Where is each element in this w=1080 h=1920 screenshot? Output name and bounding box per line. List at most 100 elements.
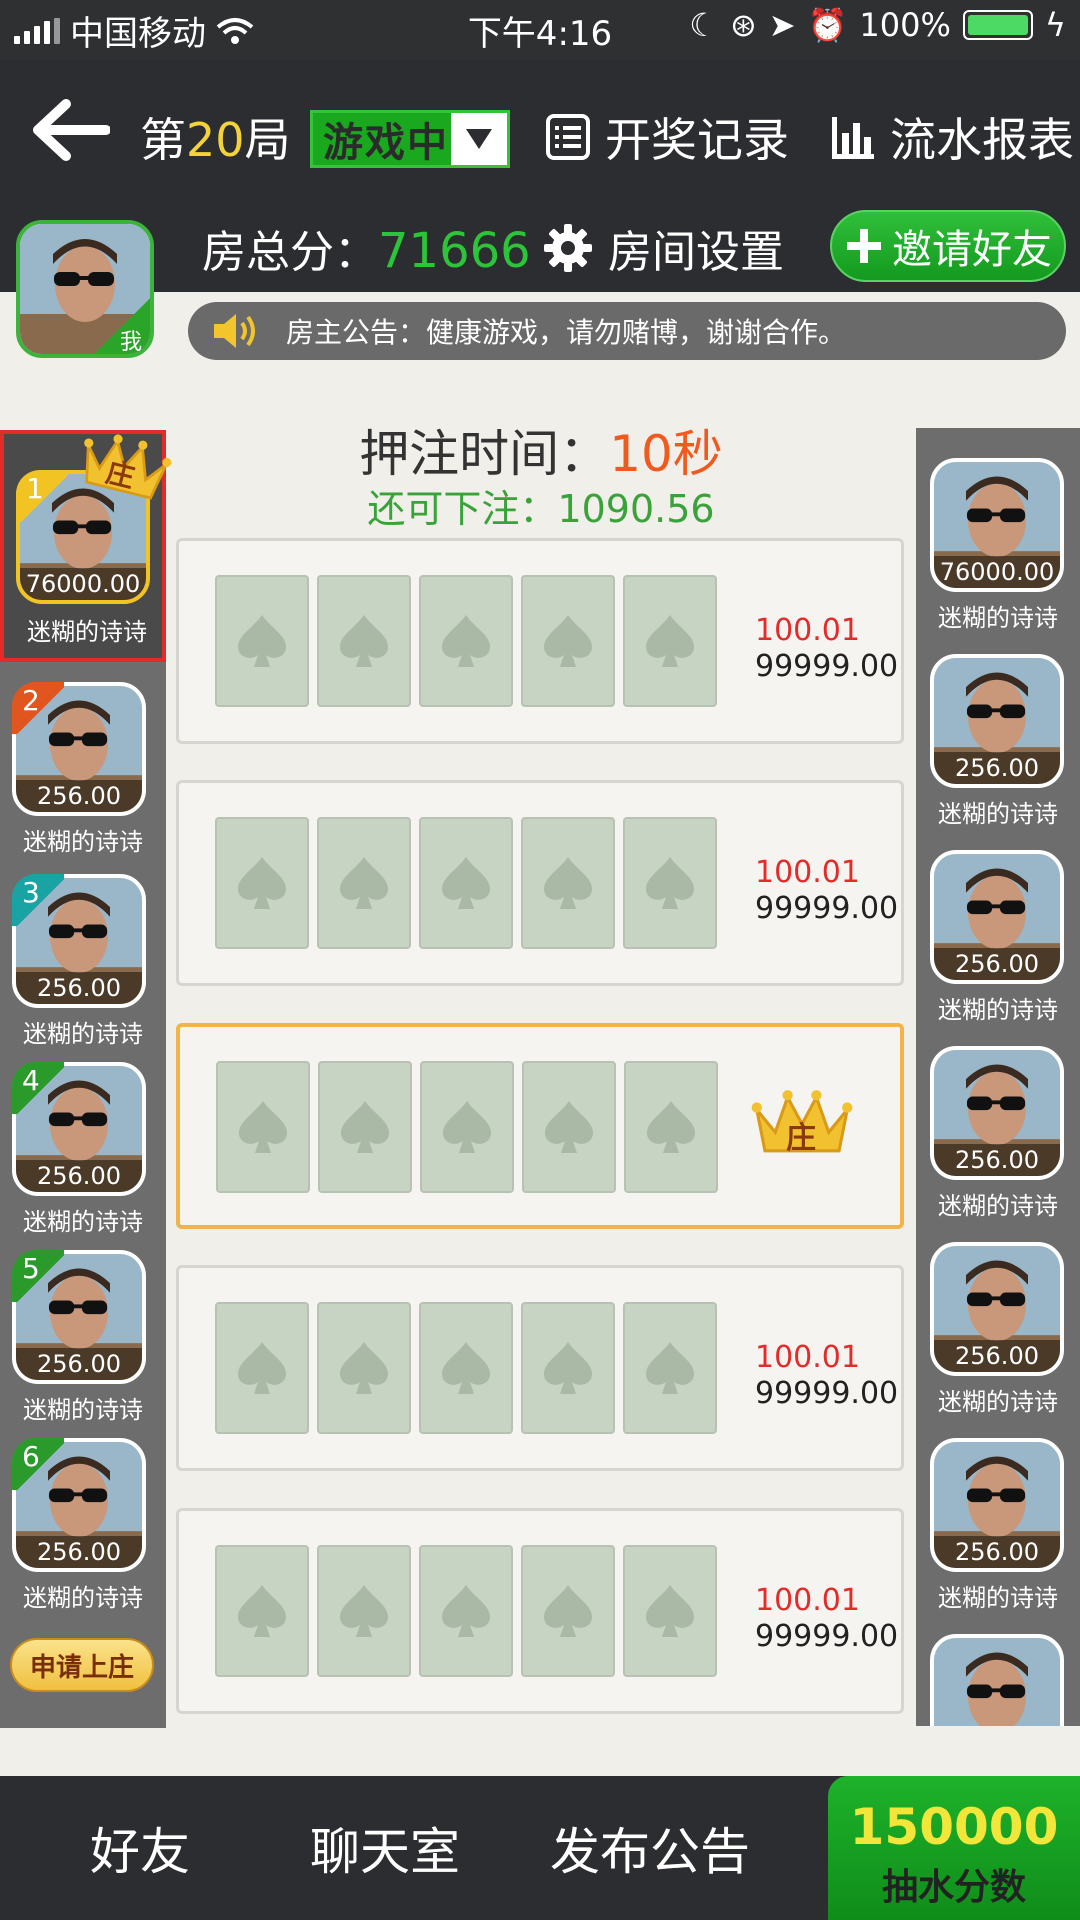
card-back: [623, 575, 717, 707]
flow-report-link[interactable]: 流水报表: [830, 104, 1074, 170]
card-back: [215, 575, 309, 707]
spade-icon: [442, 1585, 490, 1637]
player-name: 迷糊的诗诗: [23, 1020, 143, 1048]
bet-row[interactable]: 100.01 99999.00: [176, 1508, 904, 1714]
banker-bet-row[interactable]: 庄: [176, 1023, 904, 1229]
bet-row[interactable]: 100.01 99999.00: [176, 1265, 904, 1471]
card-back: [521, 817, 615, 949]
draw-records-link[interactable]: 开奖记录: [545, 104, 789, 170]
back-arrow-icon[interactable]: [30, 98, 110, 162]
player-score: 256.00: [16, 780, 142, 812]
gear-icon: [544, 224, 592, 272]
right-player-seat[interactable]: 256.00 迷糊的诗诗: [916, 1036, 1080, 1226]
bet-value-a: 100.01: [755, 1340, 860, 1375]
friends-button[interactable]: 好友: [40, 1776, 240, 1920]
game-status-label: 游戏中: [323, 120, 449, 166]
game-status-dropdown[interactable]: 游戏中: [310, 110, 510, 168]
card-back: [521, 1545, 615, 1677]
bet-timer: 押注时间：10秒: [166, 414, 916, 486]
invite-friends-label: 邀请好友: [892, 227, 1052, 273]
right-player-seat[interactable]: 256.00 迷糊的诗诗: [916, 1232, 1080, 1422]
room-total-score: 房总分：71666: [202, 216, 531, 280]
player-name: 迷糊的诗诗: [938, 604, 1058, 632]
player-score: 256.00: [16, 1536, 142, 1568]
room-settings-button[interactable]: 房间设置: [542, 216, 784, 280]
player-score: 256.00: [934, 1340, 1060, 1372]
card-back: [624, 1061, 718, 1193]
player-score: 256.00: [934, 1536, 1060, 1568]
card-back: [420, 1061, 514, 1193]
player-name: 迷糊的诗诗: [23, 1208, 143, 1236]
spade-icon: [544, 1585, 592, 1637]
bet-value-b: 99999.00: [755, 891, 899, 926]
round-label: 第20局: [140, 104, 291, 170]
player-name: 迷糊的诗诗: [23, 1396, 143, 1424]
rotation-lock-icon: ⊛: [729, 6, 757, 44]
bar-chart-icon: [832, 117, 874, 159]
location-icon: ➤: [768, 6, 796, 44]
right-player-seat[interactable]: [916, 1624, 1080, 1726]
top-header: 第20局 游戏中 开奖记录 流水报表: [0, 60, 1080, 202]
left-player-seat[interactable]: 256.00 5 迷糊的诗诗: [0, 1240, 166, 1430]
bet-value-a: 100.01: [755, 1583, 860, 1618]
spade-icon: [646, 857, 694, 909]
rank-badge: 5: [12, 1250, 64, 1302]
bet-time-value: 10秒: [609, 425, 723, 483]
spade-icon: [442, 857, 490, 909]
right-player-seat[interactable]: 76000.00 迷糊的诗诗: [916, 448, 1080, 638]
bet-remaining: 还可下注：1090.56: [166, 478, 916, 533]
player-name: 迷糊的诗诗: [27, 618, 147, 646]
card-back: [318, 1061, 412, 1193]
right-player-column: 76000.00 迷糊的诗诗 256.00 迷糊的诗诗 256.00 迷糊的诗诗 256.0…: [916, 428, 1080, 1726]
publish-notice-button[interactable]: 发布公告: [530, 1776, 770, 1920]
bet-row[interactable]: 100.01 99999.00: [176, 538, 904, 744]
card-back: [521, 575, 615, 707]
moon-icon: ☾: [689, 6, 718, 44]
card-back: [317, 1302, 411, 1434]
spade-icon: [238, 1342, 286, 1394]
list-icon: [546, 114, 590, 160]
battery-icon: [962, 10, 1033, 40]
rank-badge: 6: [12, 1438, 64, 1490]
invite-friends-button[interactable]: 邀请好友: [830, 210, 1066, 282]
spade-icon: [238, 1585, 286, 1637]
player-name: 迷糊的诗诗: [938, 1388, 1058, 1416]
left-player-seat[interactable]: 256.00 3 迷糊的诗诗: [0, 864, 166, 1054]
card-back: [521, 1302, 615, 1434]
spade-icon: [544, 857, 592, 909]
spade-icon: [646, 1342, 694, 1394]
apply-banker-button[interactable]: 申请上庄: [10, 1638, 154, 1692]
bet-row[interactable]: 100.01 99999.00: [176, 780, 904, 986]
bet-values: 100.01 99999.00: [755, 1583, 898, 1655]
rank-badge: 2: [12, 682, 64, 734]
commission-label: 抽水分数: [881, 1867, 1026, 1908]
spade-icon: [545, 1101, 593, 1153]
left-player-seat[interactable]: 256.00 6 迷糊的诗诗: [0, 1428, 166, 1618]
plus-icon: [847, 229, 881, 263]
banker-crown-text: 庄: [786, 1121, 816, 1156]
chat-room-button[interactable]: 聊天室: [280, 1776, 490, 1920]
spade-icon: [341, 1101, 389, 1153]
bet-values: 100.01 99999.00: [755, 855, 898, 927]
status-right: ☾ ⊛ ➤ ⏰ 100% ϟ: [689, 6, 1066, 44]
card-back: [522, 1061, 616, 1193]
right-player-seat[interactable]: 256.00 迷糊的诗诗: [916, 1428, 1080, 1618]
notice-text: 房主公告：健康游戏，请勿赌博，谢谢合作。: [286, 316, 847, 349]
left-player-seat[interactable]: 256.00 4 迷糊的诗诗: [0, 1052, 166, 1242]
spade-icon: [443, 1101, 491, 1153]
my-avatar[interactable]: 我: [16, 220, 154, 358]
card-back: [215, 1545, 309, 1677]
banker-crown-icon: 庄: [750, 1087, 854, 1163]
player-avatar: 256.00: [930, 1046, 1064, 1180]
player-name: 迷糊的诗诗: [938, 1192, 1058, 1220]
right-player-seat[interactable]: 256.00 迷糊的诗诗: [916, 644, 1080, 834]
spade-icon: [646, 615, 694, 667]
card-back: [419, 575, 513, 707]
bet-remain-value: 1090.56: [557, 487, 715, 531]
left-player-seat[interactable]: 256.00 2 迷糊的诗诗: [0, 672, 166, 862]
right-player-seat[interactable]: 256.00 迷糊的诗诗: [916, 840, 1080, 1030]
round-prefix: 第: [140, 113, 186, 167]
card-back: [623, 1302, 717, 1434]
left-player-seat[interactable]: 76000.00 1 迷糊的诗诗庄: [0, 430, 172, 662]
me-tag: 我: [94, 298, 150, 354]
